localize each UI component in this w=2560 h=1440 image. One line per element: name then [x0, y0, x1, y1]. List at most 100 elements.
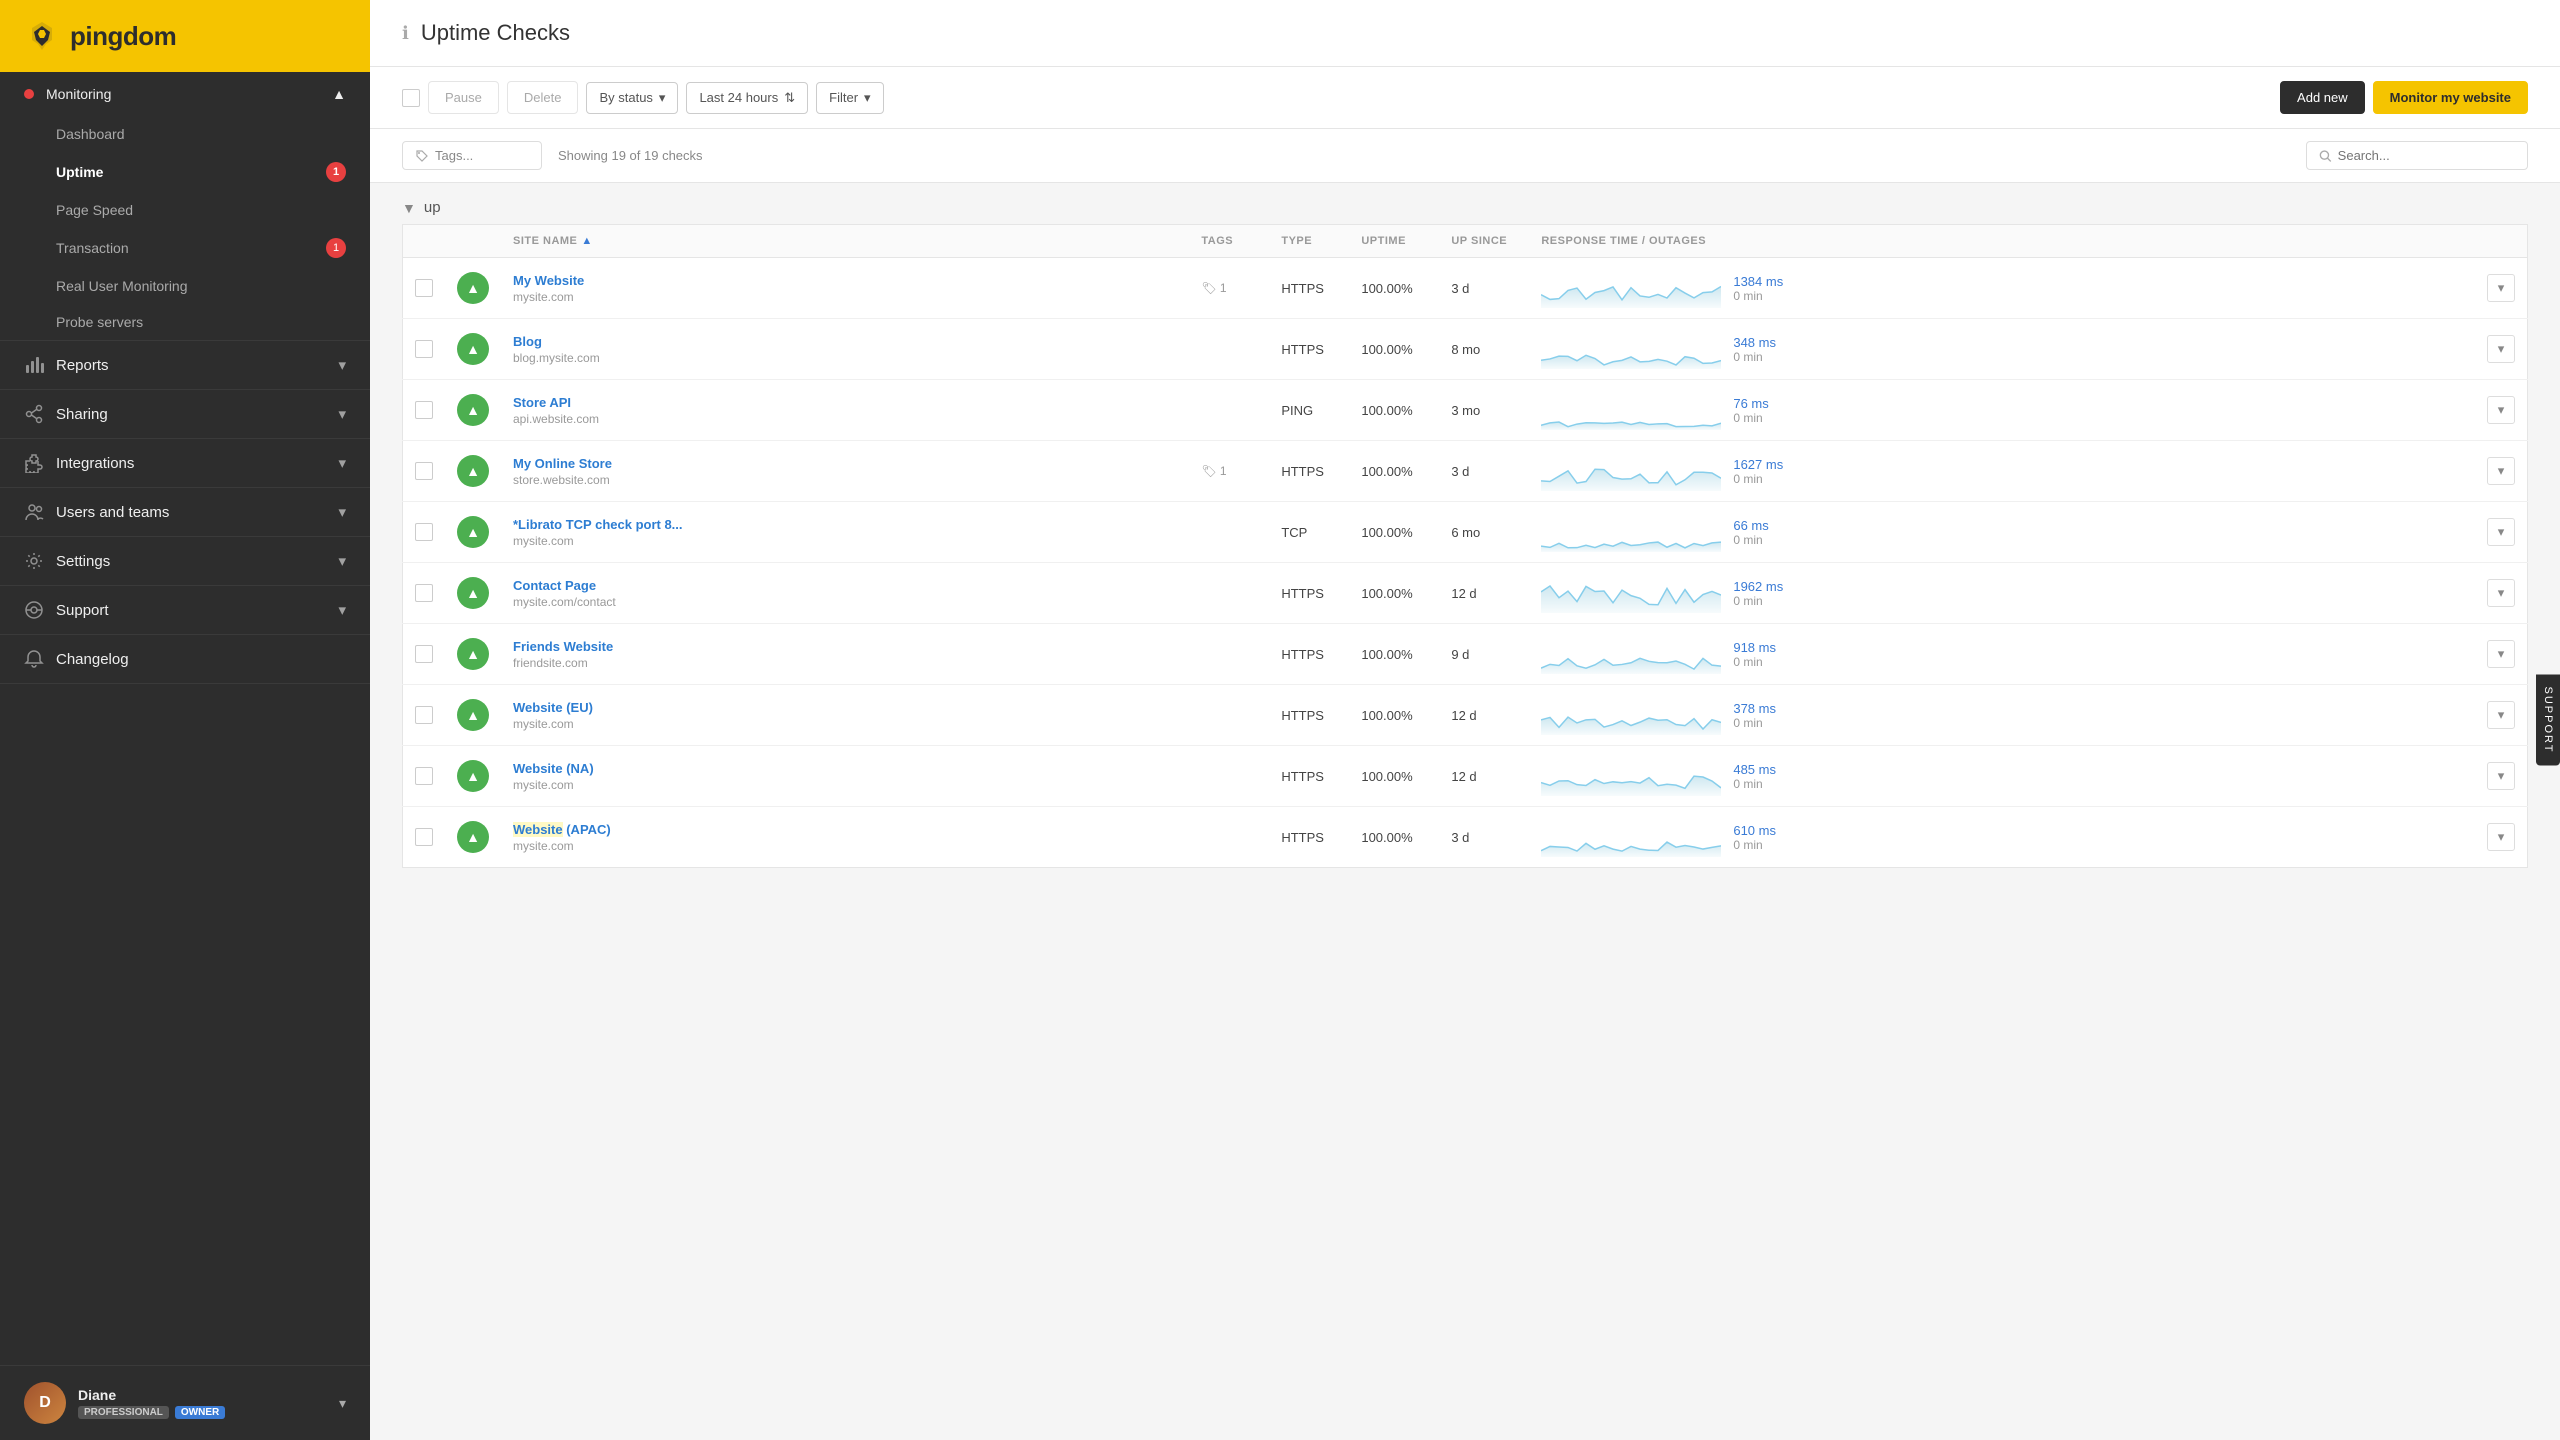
monitoring-header[interactable]: Monitoring ▲: [0, 72, 370, 116]
sidebar-item-page-speed[interactable]: Page Speed: [0, 192, 370, 228]
site-name[interactable]: Store API: [513, 395, 571, 410]
row-expand-button[interactable]: ▾: [2487, 762, 2515, 790]
row-checkbox[interactable]: [415, 828, 433, 846]
user-footer[interactable]: D Diane PROFESSIONAL OWNER ▾: [0, 1365, 370, 1440]
sparkline: [1541, 268, 1721, 308]
main-content: ℹ Uptime Checks Pause Delete By status ▾…: [370, 0, 2560, 1440]
last-24h-arrows: ⇅: [784, 90, 795, 106]
add-new-button[interactable]: Add new: [2280, 81, 2365, 114]
integrations-header[interactable]: Integrations ▾: [0, 439, 370, 487]
row-expand-button[interactable]: ▾: [2487, 274, 2515, 302]
status-up-icon: ▲: [457, 394, 489, 426]
response-cell: 76 ms 0 min: [1541, 390, 2463, 430]
site-name[interactable]: *Librato TCP check port 8...: [513, 517, 683, 532]
filter-bar: Tags... Showing 19 of 19 checks: [370, 129, 2560, 183]
sidebar-item-uptime[interactable]: Uptime 1: [0, 152, 370, 192]
reports-label: Reports: [56, 357, 109, 374]
site-name[interactable]: My Online Store: [513, 456, 612, 471]
row-checkbox[interactable]: [415, 401, 433, 419]
monitor-my-website-button[interactable]: Monitor my website: [2373, 81, 2528, 114]
changelog-section: Changelog: [0, 635, 370, 684]
site-name[interactable]: Website (APAC): [513, 822, 611, 837]
row-checkbox[interactable]: [415, 340, 433, 358]
page-title: Uptime Checks: [421, 20, 570, 46]
sharing-header[interactable]: Sharing ▾: [0, 390, 370, 438]
check-uptime: 100.00%: [1349, 319, 1439, 380]
row-expand-button[interactable]: ▾: [2487, 701, 2515, 729]
row-expand-button[interactable]: ▾: [2487, 396, 2515, 424]
row-expand-button[interactable]: ▾: [2487, 518, 2515, 546]
search-box[interactable]: [2306, 141, 2528, 170]
site-name[interactable]: Contact Page: [513, 578, 596, 593]
logo-area[interactable]: pingdom: [0, 0, 370, 72]
sidebar-item-transaction[interactable]: Transaction 1: [0, 228, 370, 268]
user-info: Diane PROFESSIONAL OWNER: [78, 1387, 327, 1419]
table-row: ▲ Friends Website friendsite.com HTTPS 1…: [403, 624, 2528, 685]
row-checkbox[interactable]: [415, 645, 433, 663]
table-row: ▲ My Website mysite.com 🏷 1 HTTPS 100.00…: [403, 258, 2528, 319]
response-ms: 378 ms: [1733, 701, 1776, 716]
response-cell: 348 ms 0 min: [1541, 329, 2463, 369]
check-uptime: 100.00%: [1349, 807, 1439, 868]
site-name[interactable]: Website (EU): [513, 700, 593, 715]
settings-header[interactable]: Settings ▾: [0, 537, 370, 585]
delete-button[interactable]: Delete: [507, 81, 579, 114]
table-row: ▲ Blog blog.mysite.com HTTPS 100.00% 8 m…: [403, 319, 2528, 380]
row-checkbox[interactable]: [415, 706, 433, 724]
outage-val: 0 min: [1733, 533, 1768, 547]
outage-val: 0 min: [1733, 777, 1776, 791]
uptime-label: Uptime: [56, 164, 103, 180]
site-name[interactable]: My Website: [513, 273, 584, 288]
filter-select[interactable]: Filter ▾: [816, 82, 883, 114]
search-input[interactable]: [2338, 148, 2515, 163]
row-expand-button[interactable]: ▾: [2487, 823, 2515, 851]
site-name[interactable]: Blog: [513, 334, 542, 349]
response-ms: 610 ms: [1733, 823, 1776, 838]
reports-header[interactable]: Reports ▾: [0, 341, 370, 389]
response-ms: 1384 ms: [1733, 274, 1783, 289]
row-checkbox[interactable]: [415, 462, 433, 480]
th-site-name[interactable]: SITE NAME ▲: [501, 225, 1189, 258]
sidebar-item-dashboard[interactable]: Dashboard: [0, 116, 370, 152]
row-checkbox[interactable]: [415, 523, 433, 541]
support-label: Support: [56, 602, 109, 619]
site-url: store.website.com: [513, 473, 1177, 487]
user-badges: PROFESSIONAL OWNER: [78, 1406, 327, 1419]
filter-chevron: ▾: [864, 90, 871, 106]
user-footer-chevron: ▾: [339, 1395, 346, 1412]
sparkline: [1541, 634, 1721, 674]
row-checkbox[interactable]: [415, 767, 433, 785]
check-type: HTTPS: [1269, 746, 1349, 807]
sparkline: [1541, 329, 1721, 369]
by-status-select[interactable]: By status ▾: [586, 82, 678, 114]
row-expand-button[interactable]: ▾: [2487, 579, 2515, 607]
row-expand-button[interactable]: ▾: [2487, 640, 2515, 668]
bell-icon: [24, 649, 44, 669]
sidebar-item-rum[interactable]: Real User Monitoring: [0, 268, 370, 304]
sidebar-item-probe-servers[interactable]: Probe servers: [0, 304, 370, 340]
row-expand-button[interactable]: ▾: [2487, 457, 2515, 485]
site-name[interactable]: Friends Website: [513, 639, 613, 654]
monitoring-label: Monitoring: [46, 86, 111, 102]
users-teams-header[interactable]: Users and teams ▾: [0, 488, 370, 536]
support-side-tab[interactable]: SUPPORT: [2536, 675, 2560, 766]
select-all-checkbox[interactable]: [402, 89, 420, 107]
probe-servers-label: Probe servers: [56, 314, 143, 330]
group-chevron[interactable]: ▼: [402, 200, 416, 216]
site-name[interactable]: Website (NA): [513, 761, 594, 776]
row-expand-button[interactable]: ▾: [2487, 335, 2515, 363]
last-24h-select[interactable]: Last 24 hours ⇅: [686, 82, 808, 114]
row-checkbox[interactable]: [415, 279, 433, 297]
avatar: D: [24, 1382, 66, 1424]
pause-button[interactable]: Pause: [428, 81, 499, 114]
check-type: HTTPS: [1269, 441, 1349, 502]
changelog-header[interactable]: Changelog: [0, 635, 370, 683]
row-checkbox[interactable]: [415, 584, 433, 602]
support-header[interactable]: Support ▾: [0, 586, 370, 634]
site-url: mysite.com: [513, 778, 1177, 792]
group-header-up: ▼ up: [402, 183, 2528, 224]
integrations-chevron: ▾: [338, 454, 346, 472]
check-uptime: 100.00%: [1349, 380, 1439, 441]
tags-input[interactable]: Tags...: [402, 141, 542, 170]
rum-label: Real User Monitoring: [56, 278, 188, 294]
